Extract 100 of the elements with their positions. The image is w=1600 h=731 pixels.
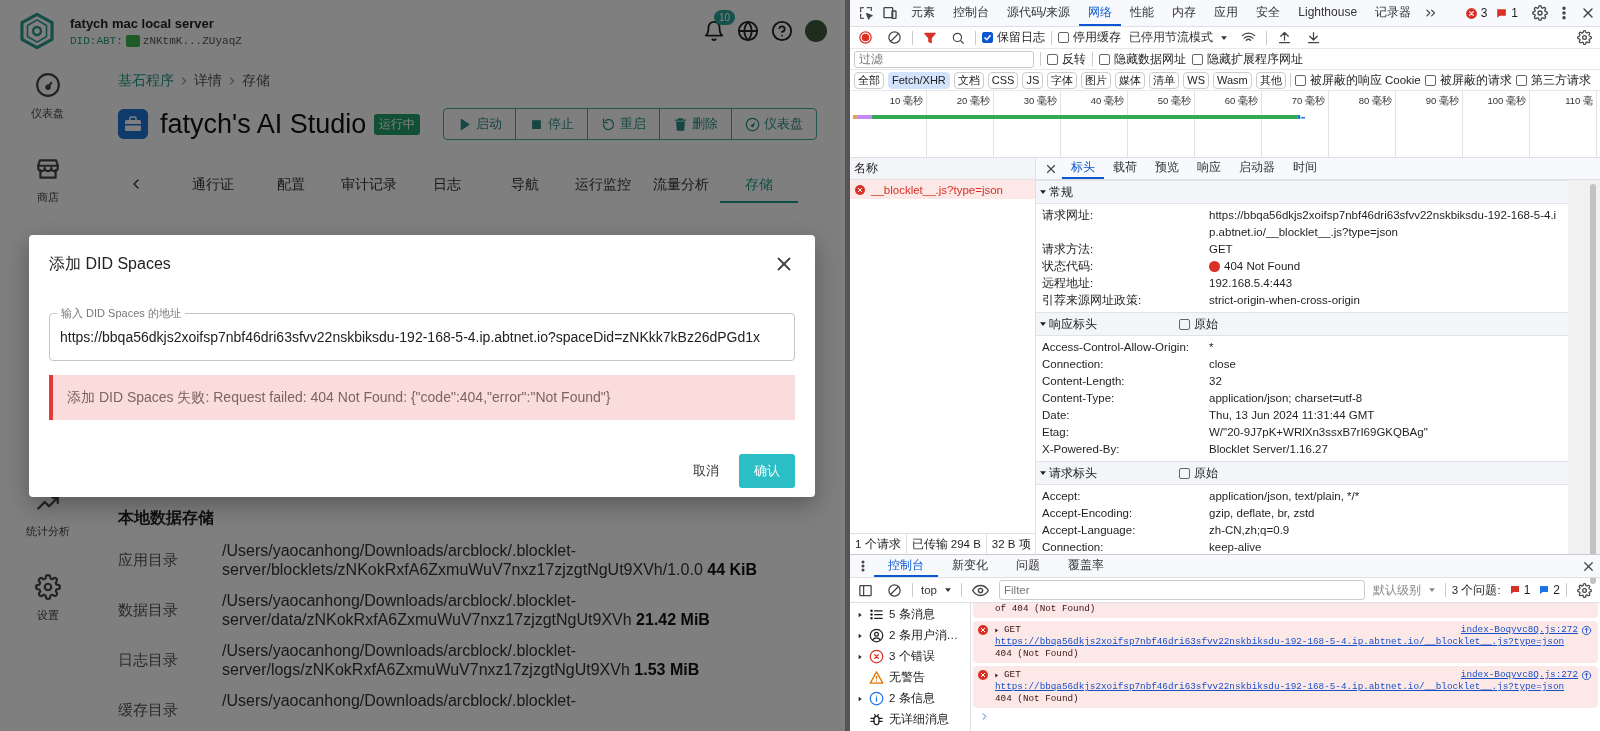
- toolbox-app-icon: [118, 109, 148, 139]
- detail-tab[interactable]: 响应: [1188, 158, 1230, 179]
- context-dropdown[interactable]: top: [919, 584, 955, 596]
- disable-cache-checkbox[interactable]: 停用缓存: [1058, 30, 1121, 45]
- console-filter-item[interactable]: 无详细消息: [850, 709, 970, 730]
- request-method[interactable]: GET: [1004, 624, 1021, 636]
- type-filter-chip[interactable]: 图片: [1081, 71, 1112, 89]
- type-filter-chip[interactable]: JS: [1022, 71, 1044, 89]
- tab[interactable]: 配置: [252, 165, 330, 203]
- panel-tab[interactable]: 源代码/来源: [998, 0, 1080, 26]
- raw-checkbox[interactable]: 原始: [1179, 465, 1218, 481]
- error-count[interactable]: 3: [1480, 6, 1488, 20]
- type-filter-chip[interactable]: CSS: [987, 71, 1019, 89]
- section-header[interactable]: 请求标头: [1049, 465, 1097, 481]
- tab[interactable]: 导航: [486, 165, 564, 203]
- filter-checkbox[interactable]: 被屏蔽的响应 Cookie: [1294, 72, 1421, 88]
- panel-tab[interactable]: 性能: [1121, 0, 1164, 26]
- bell-icon[interactable]: [703, 20, 725, 42]
- tab[interactable]: 流量分析: [642, 165, 720, 203]
- upload-icon: [1277, 30, 1292, 45]
- help-icon[interactable]: [771, 20, 793, 42]
- timeline-tick: 110 毫: [1530, 91, 1597, 157]
- console-filter-item[interactable]: 无警告: [850, 667, 970, 688]
- sidebar-item[interactable]: 商店: [36, 190, 59, 205]
- breadcrumb-item[interactable]: 详情: [194, 72, 222, 90]
- warning-icon: [869, 670, 884, 685]
- filter-checkbox[interactable]: 被屏蔽的请求: [1424, 72, 1512, 88]
- panel-tab[interactable]: 记录器: [1366, 0, 1421, 26]
- type-filter-chip[interactable]: 全部: [854, 71, 884, 89]
- panel-tab[interactable]: 控制台: [944, 0, 998, 26]
- panel-tab[interactable]: 网络: [1079, 0, 1122, 26]
- type-filter-chip[interactable]: Fetch/XHR: [888, 71, 950, 89]
- console-filter-field[interactable]: Filter: [999, 580, 1365, 600]
- throttling-dropdown[interactable]: 已停用节流模式: [1127, 30, 1231, 45]
- filter-checkbox[interactable]: 第三方请求: [1515, 72, 1591, 88]
- panel-tab[interactable]: 内存: [1163, 0, 1206, 26]
- header-value: application/json, text/plain, */*: [1209, 489, 1360, 504]
- type-filter-chip[interactable]: Wasm: [1213, 71, 1252, 89]
- log-level-dropdown[interactable]: 默认级别: [1370, 582, 1439, 598]
- sidebar-item[interactable]: 仪表盘: [31, 106, 64, 121]
- type-filter-chip[interactable]: 清单: [1149, 71, 1180, 89]
- type-filter-chip[interactable]: WS: [1183, 71, 1209, 89]
- type-filter-chip[interactable]: 其他: [1255, 71, 1286, 89]
- console-filter-item[interactable]: 3 个错误: [850, 646, 970, 667]
- issue-count[interactable]: 1: [1523, 583, 1531, 597]
- console-filter-item[interactable]: 5 条消息: [850, 604, 970, 625]
- drawer-tab[interactable]: 控制台: [874, 555, 938, 577]
- filter-checkbox[interactable]: 隐藏扩展程序网址: [1192, 51, 1303, 67]
- header-value: keep-alive: [1209, 540, 1262, 555]
- request-row[interactable]: __blocklet__.js?type=json: [850, 180, 1035, 199]
- drawer-tab[interactable]: 覆盖率: [1054, 555, 1118, 577]
- expand-triangle-icon: [856, 652, 864, 661]
- settings-icon[interactable]: [34, 574, 61, 600]
- request-url-link[interactable]: https://bbqa56dkjs2xoifsp7nbf46dri63sfvv22nskbiksdu-192-168-5-4.ip.abtnet.io/__blocklet__.js?type=json: [977, 681, 1592, 693]
- source-icon: [1581, 669, 1592, 681]
- header-value: W/"20-9J7pK+WRlXn3ssxB7rI69GKQBAg": [1209, 425, 1428, 440]
- detail-tab[interactable]: 时间: [1284, 158, 1326, 179]
- cancel-button[interactable]: 取消: [693, 454, 719, 488]
- error-alert: 添加 DID Spaces 失败: Request failed: 404 Not Found: {"code":404,"error":"Not Found"}: [49, 375, 795, 420]
- type-filter-chip[interactable]: 字体: [1047, 71, 1078, 89]
- type-filter-chip[interactable]: 文档: [953, 71, 984, 89]
- globe-icon[interactable]: [737, 20, 759, 42]
- sidebar-item[interactable]: 统计分析: [25, 524, 70, 539]
- source-link[interactable]: index-Boqyvc8Q.js:272: [1460, 669, 1578, 681]
- gauge-icon[interactable]: [34, 72, 61, 98]
- filter-checkbox[interactable]: 反转: [1047, 51, 1086, 67]
- panel-tab[interactable]: 元素: [902, 0, 944, 26]
- raw-checkbox[interactable]: 原始: [1179, 316, 1218, 332]
- filter-field[interactable]: 过滤: [854, 50, 1034, 68]
- type-filter-chip[interactable]: 媒体: [1115, 71, 1146, 89]
- storefront-icon[interactable]: [34, 156, 61, 182]
- issue-count[interactable]: 1: [1511, 6, 1518, 20]
- drawer-tab[interactable]: 新变化: [938, 555, 1002, 577]
- section-header[interactable]: 响应标头: [1049, 316, 1097, 332]
- console-filter-item[interactable]: 2 条信息: [850, 688, 970, 709]
- detail-tab[interactable]: 载荷: [1104, 158, 1146, 179]
- tab[interactable]: 审计记录: [330, 165, 408, 203]
- panel-tab[interactable]: 应用: [1205, 0, 1248, 26]
- issue-count[interactable]: 2: [1553, 583, 1560, 597]
- expand-triangle-icon: [856, 631, 864, 640]
- panel-tab[interactable]: Lighthouse: [1289, 0, 1367, 26]
- source-link[interactable]: index-Boqyvc8Q.js:272: [1460, 624, 1578, 636]
- preserve-log-checkbox[interactable]: 保留日志: [982, 30, 1045, 45]
- avatar[interactable]: [805, 20, 827, 42]
- console-filter-item[interactable]: 2 条用户消…: [850, 625, 970, 646]
- column-header[interactable]: 名称: [854, 161, 878, 176]
- sidebar-item[interactable]: 设置: [36, 608, 59, 623]
- section-header[interactable]: 常规: [1049, 184, 1073, 200]
- filter-checkbox[interactable]: 隐藏数据网址: [1099, 51, 1186, 67]
- panel-tab[interactable]: 安全: [1247, 0, 1290, 26]
- tab[interactable]: 运行监控: [564, 165, 642, 203]
- detail-tab[interactable]: 预览: [1146, 158, 1188, 179]
- request-method[interactable]: GET: [1004, 669, 1021, 681]
- breadcrumb-item: 存储: [242, 72, 270, 90]
- scrollbar-thumb[interactable]: [1590, 184, 1596, 584]
- request-url-link[interactable]: https://bbqa56dkjs2xoifsp7nbf46dri63sfvv22nskbiksdu-192-168-5-4.ip.abtnet.io/__blocklet__.js?type=json: [977, 636, 1592, 648]
- tab[interactable]: 通行证: [174, 165, 252, 203]
- detail-tab[interactable]: 启动器: [1230, 158, 1284, 179]
- tab[interactable]: 日志: [408, 165, 486, 203]
- drawer-tab[interactable]: 问题: [1002, 555, 1054, 577]
